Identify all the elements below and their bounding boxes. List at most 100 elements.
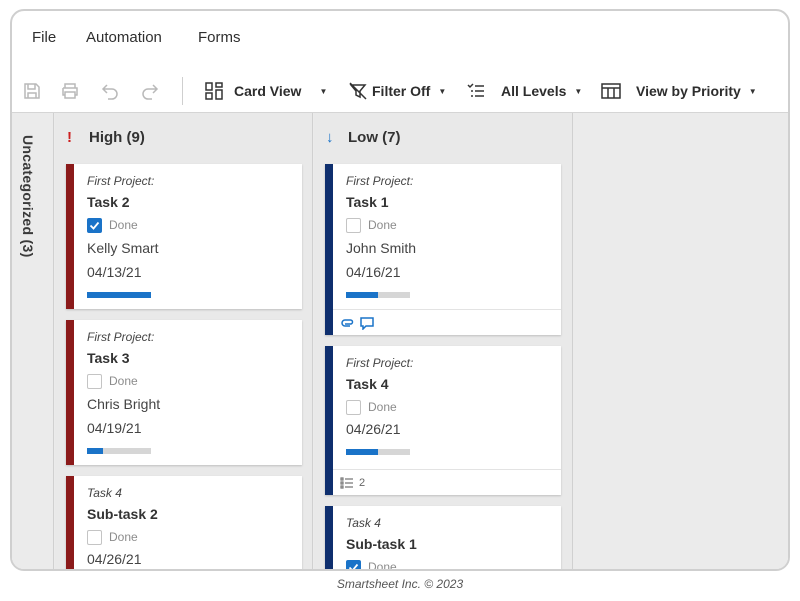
progress-fill — [346, 292, 378, 298]
checkbox-checked-icon — [87, 217, 102, 233]
done-label: Done — [368, 400, 397, 414]
filter-off-icon — [349, 82, 367, 100]
done-checkbox[interactable]: Done — [87, 217, 294, 233]
subtask-count: 2 — [359, 476, 366, 489]
menu-forms[interactable]: Forms — [198, 29, 241, 46]
lane-header-high: ! High (9) — [67, 129, 145, 146]
priority-bar — [66, 476, 74, 569]
chevron-down-icon: ▼ — [319, 86, 328, 96]
redo-icon — [142, 84, 159, 100]
levels-label: All Levels — [501, 83, 567, 99]
priority-bar — [325, 506, 333, 569]
card-task-1[interactable]: First Project: Task 1 Done John Smith 04… — [325, 164, 561, 335]
done-checkbox[interactable]: Done — [346, 399, 553, 415]
card-title: Task 1 — [346, 194, 389, 210]
progress-bar — [346, 292, 410, 298]
lane-title-high: High (9) — [89, 129, 145, 146]
card-sub-task-2[interactable]: Task 4 Sub-task 2 Done 04/26/21 — [66, 476, 302, 569]
done-checkbox[interactable]: Done — [346, 559, 553, 571]
menu-file[interactable]: File — [32, 29, 56, 46]
done-checkbox[interactable]: Done — [346, 217, 553, 233]
card-project: First Project: — [346, 356, 414, 370]
card-assignee: Kelly Smart — [87, 240, 159, 256]
card-title: Sub-task 1 — [346, 536, 417, 552]
done-checkbox[interactable]: Done — [87, 529, 294, 545]
card-date: 04/16/21 — [346, 264, 401, 280]
empty-lane-area — [574, 113, 788, 569]
print-button[interactable] — [60, 71, 80, 111]
comment-icon[interactable] — [359, 316, 375, 330]
filter-dropdown[interactable]: Filter Off ▼ — [348, 71, 446, 111]
app-window: File Automation Forms Card View ▼ Filter… — [10, 9, 790, 571]
card-assignee: John Smith — [346, 240, 417, 256]
done-label: Done — [109, 374, 138, 388]
card-view-dropdown[interactable]: Card View ▼ — [204, 71, 327, 111]
redo-button[interactable] — [140, 71, 160, 111]
save-icon — [24, 83, 40, 99]
priority-bar — [66, 320, 74, 465]
priority-bar — [325, 346, 333, 495]
card-footer — [333, 309, 561, 335]
copyright-credit: Smartsheet Inc. © 2023 — [336, 577, 464, 591]
card-title: Task 3 — [87, 350, 130, 366]
checkbox-unchecked-icon — [346, 399, 361, 415]
card-sub-task-1[interactable]: Task 4 Sub-task 1 Done — [325, 506, 561, 571]
card-task-4[interactable]: First Project: Task 4 Done 04/26/21 2 — [325, 346, 561, 495]
progress-bar — [87, 448, 151, 454]
card-project: Task 4 — [346, 516, 381, 530]
card-task-2[interactable]: First Project: Task 2 Done Kelly Smart 0… — [66, 164, 302, 309]
card-assignee: Chris Bright — [87, 396, 161, 412]
checkbox-unchecked-icon — [87, 373, 102, 389]
toolbar: Card View ▼ Filter Off ▼ All Levels ▼ Vi… — [12, 71, 788, 111]
lane-low: ↓ Low (7) First Project: Task 1 Done Joh… — [314, 113, 573, 571]
card-title: Sub-task 2 — [87, 506, 158, 522]
chevron-down-icon: ▼ — [438, 86, 447, 96]
card-footer: 2 — [333, 469, 561, 495]
subtask-list-icon[interactable] — [339, 476, 355, 490]
uncategorized-lane[interactable]: Uncategorized (3) — [12, 113, 54, 569]
toolbar-divider — [182, 77, 183, 105]
card-title: Task 4 — [346, 376, 389, 392]
uncategorized-label: Uncategorized (3) — [20, 135, 36, 258]
menu-bar: File Automation Forms — [12, 11, 788, 69]
checkbox-unchecked-icon — [346, 217, 361, 233]
card-view-icon — [205, 82, 223, 100]
lane-title-low: Low (7) — [348, 129, 401, 146]
card-date: 04/26/21 — [346, 421, 401, 437]
card-project: First Project: — [87, 174, 155, 188]
filter-label: Filter Off — [372, 83, 431, 99]
view-by-dropdown[interactable]: View by Priority ▼ — [600, 71, 757, 111]
card-board: Uncategorized (3) ! High (9) First Proje… — [12, 112, 788, 571]
card-date: 04/19/21 — [87, 420, 142, 436]
card-date: 04/26/21 — [87, 551, 142, 567]
levels-dropdown[interactable]: All Levels ▼ — [466, 71, 582, 111]
card-view-label: Card View — [234, 83, 302, 99]
checkbox-unchecked-icon — [87, 529, 102, 545]
low-priority-arrow-icon: ↓ — [326, 129, 334, 146]
done-checkbox[interactable]: Done — [87, 373, 294, 389]
attachment-icon[interactable] — [339, 316, 355, 330]
priority-bar — [66, 164, 74, 309]
done-label: Done — [368, 218, 397, 232]
done-label: Done — [368, 560, 397, 571]
done-label: Done — [109, 218, 138, 232]
levels-list-icon — [467, 83, 484, 97]
card-project: First Project: — [346, 174, 414, 188]
priority-bar — [325, 164, 333, 335]
menu-automation[interactable]: Automation — [86, 29, 162, 46]
undo-icon — [101, 84, 118, 100]
print-icon — [62, 83, 78, 99]
high-priority-icon: ! — [67, 129, 72, 146]
table-columns-icon — [601, 83, 621, 99]
card-date: 04/13/21 — [87, 264, 142, 280]
card-project: First Project: — [87, 330, 155, 344]
save-button[interactable] — [22, 71, 42, 111]
card-title: Task 2 — [87, 194, 130, 210]
card-task-3[interactable]: First Project: Task 3 Done Chris Bright … — [66, 320, 302, 465]
chevron-down-icon: ▼ — [574, 86, 583, 96]
progress-fill — [346, 449, 378, 455]
card-project: Task 4 — [87, 486, 122, 500]
progress-fill — [87, 292, 151, 298]
chevron-down-icon: ▼ — [748, 86, 757, 96]
undo-button[interactable] — [100, 71, 120, 111]
